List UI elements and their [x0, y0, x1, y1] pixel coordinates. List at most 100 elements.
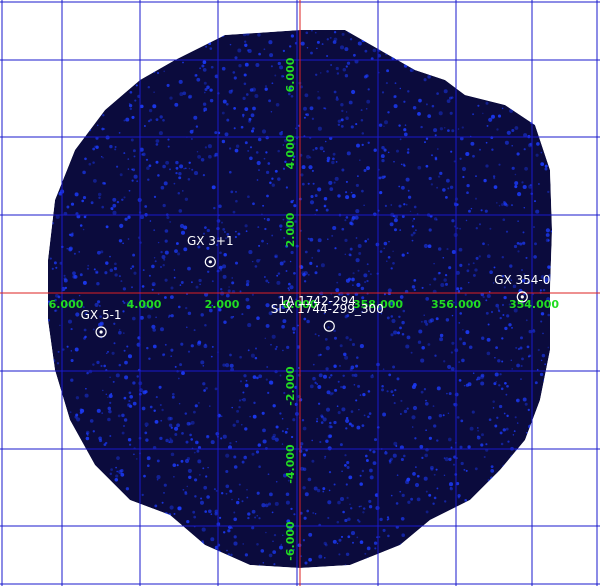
noise-dot	[348, 422, 352, 426]
noise-dot	[368, 412, 372, 415]
noise-dot	[367, 390, 371, 393]
noise-dot	[452, 463, 456, 466]
noise-dot	[114, 145, 117, 149]
noise-dot	[207, 144, 212, 149]
noise-dot	[293, 271, 296, 275]
noise-dot	[489, 227, 492, 230]
noise-dot	[403, 128, 407, 132]
noise-dot	[485, 311, 489, 315]
noise-dot	[526, 431, 528, 434]
noise-dot	[271, 82, 274, 85]
noise-dot	[421, 286, 424, 289]
noise-dot	[289, 45, 292, 48]
noise-dot	[124, 360, 128, 365]
noise-dot	[249, 415, 251, 418]
noise-dot	[317, 402, 321, 405]
noise-dot	[434, 156, 438, 160]
noise-dot	[517, 347, 521, 351]
noise-dot	[378, 536, 381, 538]
noise-dot	[96, 124, 99, 127]
noise-dot	[279, 412, 282, 415]
noise-dot	[329, 421, 332, 425]
noise-dot	[206, 85, 210, 90]
noise-dot	[411, 239, 414, 242]
noise-dot	[333, 420, 337, 425]
noise-dot	[86, 432, 89, 435]
noise-dot	[460, 419, 464, 423]
noise-dot	[505, 427, 509, 431]
noise-dot	[316, 265, 318, 268]
noise-dot	[129, 107, 133, 111]
noise-dot	[290, 435, 294, 439]
noise-dot	[344, 253, 347, 256]
noise-dot	[349, 247, 353, 251]
noise-dot	[185, 306, 188, 310]
noise-dot	[222, 264, 227, 269]
noise-dot	[323, 374, 327, 379]
noise-dot	[258, 374, 263, 379]
noise-dot	[293, 513, 296, 516]
noise-dot	[233, 107, 236, 110]
noise-dot	[506, 130, 511, 135]
noise-dot	[272, 540, 274, 542]
noise-dot	[327, 446, 332, 451]
noise-dot	[331, 234, 334, 237]
noise-dot	[367, 141, 370, 144]
noise-dot	[521, 357, 524, 361]
noise-dot	[345, 195, 350, 200]
noise-dot	[244, 43, 248, 47]
noise-dot	[70, 202, 75, 206]
noise-dot	[245, 230, 248, 233]
noise-dot	[181, 432, 184, 435]
noise-dot	[163, 181, 168, 186]
noise-dot	[326, 38, 329, 41]
noise-dot	[359, 344, 364, 349]
noise-dot	[436, 186, 439, 189]
noise-dot	[125, 117, 130, 122]
noise-dot	[337, 411, 341, 415]
noise-dot	[180, 230, 186, 235]
noise-dot	[290, 200, 294, 204]
noise-dot	[225, 363, 230, 368]
noise-dot	[234, 190, 238, 193]
noise-dot	[155, 118, 159, 122]
noise-dot	[344, 454, 347, 457]
noise-dot	[334, 388, 338, 392]
noise-dot	[522, 231, 525, 234]
noise-dot	[313, 486, 318, 491]
noise-dot	[403, 454, 406, 458]
noise-dot	[362, 507, 366, 510]
noise-dot	[87, 264, 90, 267]
noise-dot	[107, 417, 111, 422]
noise-dot	[353, 384, 356, 386]
noise-dot	[236, 409, 240, 413]
noise-dot	[344, 219, 347, 222]
noise-dot	[412, 231, 416, 235]
noise-dot	[92, 147, 96, 151]
noise-dot	[232, 210, 236, 214]
noise-dot	[398, 204, 402, 208]
noise-dot	[234, 235, 237, 239]
noise-dot	[355, 399, 358, 402]
noise-dot	[390, 494, 393, 497]
noise-dot	[130, 138, 134, 142]
noise-dot	[170, 452, 175, 457]
noise-dot	[283, 260, 286, 263]
noise-dot	[244, 383, 249, 388]
noise-dot	[458, 337, 463, 341]
noise-dot	[128, 189, 131, 192]
noise-dot	[267, 391, 270, 395]
noise-dot	[194, 478, 198, 482]
noise-dot	[121, 198, 124, 202]
noise-dot	[135, 84, 138, 87]
noise-dot	[425, 322, 429, 326]
latitude-tick-label: -4.000	[284, 444, 297, 484]
noise-dot	[352, 272, 355, 275]
noise-dot	[165, 160, 170, 165]
noise-dot	[304, 561, 308, 565]
noise-dot	[155, 316, 157, 319]
noise-dot	[314, 381, 317, 384]
noise-dot	[247, 323, 252, 328]
noise-dot	[166, 83, 170, 87]
noise-dot	[495, 303, 500, 308]
